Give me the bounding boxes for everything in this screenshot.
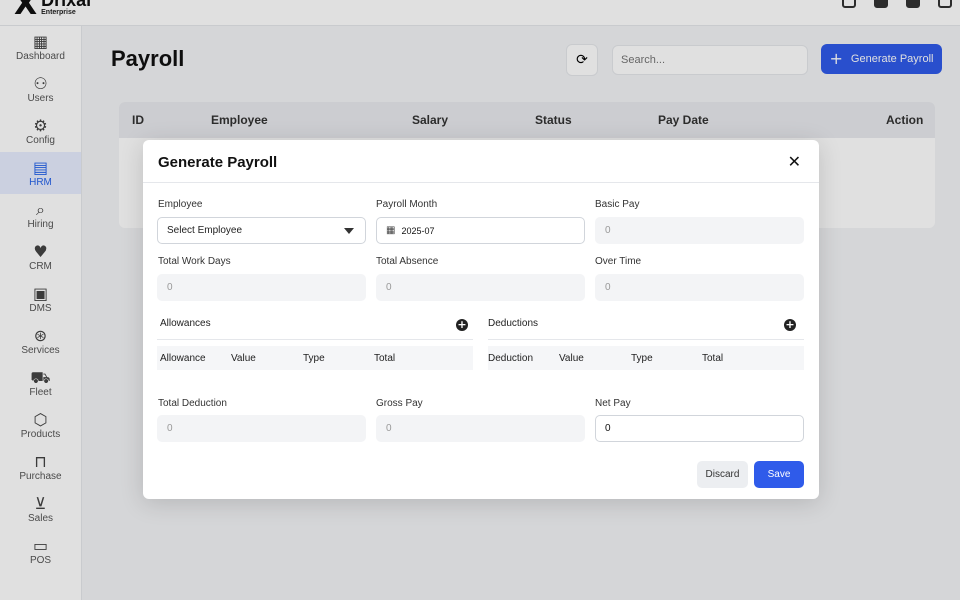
close-button[interactable]: ✕: [788, 152, 801, 171]
allowance-type-col: Type: [303, 353, 325, 364]
deductions-title: Deductions: [488, 318, 539, 329]
payroll-month-label: Payroll Month: [376, 199, 438, 210]
allowances-table-header: Allowance Value Type Total: [157, 346, 473, 370]
chevron-down-icon: [344, 228, 354, 234]
gross-pay-placeholder: 0: [386, 423, 392, 434]
over-time-input[interactable]: 0: [595, 274, 804, 301]
basic-pay-label: Basic Pay: [595, 199, 640, 210]
allowance-col: Allowance: [160, 353, 206, 364]
generate-payroll-modal: Generate Payroll ✕ Employee Select Emplo…: [143, 140, 819, 499]
allowance-value-col: Value: [231, 353, 256, 364]
modal-title: Generate Payroll: [158, 154, 278, 171]
payroll-month-input[interactable]: ▦ 2025-07: [376, 217, 585, 244]
deduction-total-col: Total: [702, 353, 724, 364]
employee-select-value: Select Employee: [167, 225, 243, 236]
total-absence-input[interactable]: 0: [376, 274, 585, 301]
modal-header: Generate Payroll ✕: [143, 140, 819, 183]
total-deduction-placeholder: 0: [167, 423, 173, 434]
net-pay-input[interactable]: 0: [595, 415, 804, 442]
allowances-title: Allowances: [160, 318, 211, 329]
basic-pay-placeholder: 0: [605, 225, 611, 236]
total-work-days-placeholder: 0: [167, 282, 173, 293]
deduction-type-col: Type: [631, 353, 653, 364]
allowance-total-col: Total: [374, 353, 396, 364]
total-deduction-input[interactable]: 0: [157, 415, 366, 442]
total-work-days-label: Total Work Days: [158, 256, 231, 267]
over-time-placeholder: 0: [605, 282, 611, 293]
basic-pay-input[interactable]: 0: [595, 217, 804, 244]
add-deduction-icon[interactable]: +: [784, 319, 796, 331]
total-absence-placeholder: 0: [386, 282, 392, 293]
deduction-value-col: Value: [559, 353, 584, 364]
employee-label: Employee: [158, 199, 203, 210]
deductions-table-header: Deduction Value Type Total: [488, 346, 804, 370]
gross-pay-label: Gross Pay: [376, 398, 423, 409]
over-time-label: Over Time: [595, 256, 642, 267]
close-icon: ✕: [787, 152, 801, 171]
save-button[interactable]: Save: [754, 461, 804, 488]
add-allowance-icon[interactable]: +: [456, 319, 468, 331]
deduction-col: Deduction: [488, 353, 534, 364]
deductions-divider: [488, 339, 804, 340]
total-absence-label: Total Absence: [376, 256, 439, 267]
total-deduction-label: Total Deduction: [158, 398, 227, 409]
calendar-icon: ▦: [386, 225, 396, 236]
net-pay-value: 0: [605, 423, 611, 434]
gross-pay-input[interactable]: 0: [376, 415, 585, 442]
allowances-divider: [157, 339, 473, 340]
net-pay-label: Net Pay: [595, 398, 631, 409]
discard-button[interactable]: Discard: [697, 461, 748, 488]
payroll-month-value: 2025-07: [401, 225, 435, 236]
employee-select[interactable]: Select Employee: [157, 217, 366, 244]
total-work-days-input[interactable]: 0: [157, 274, 366, 301]
